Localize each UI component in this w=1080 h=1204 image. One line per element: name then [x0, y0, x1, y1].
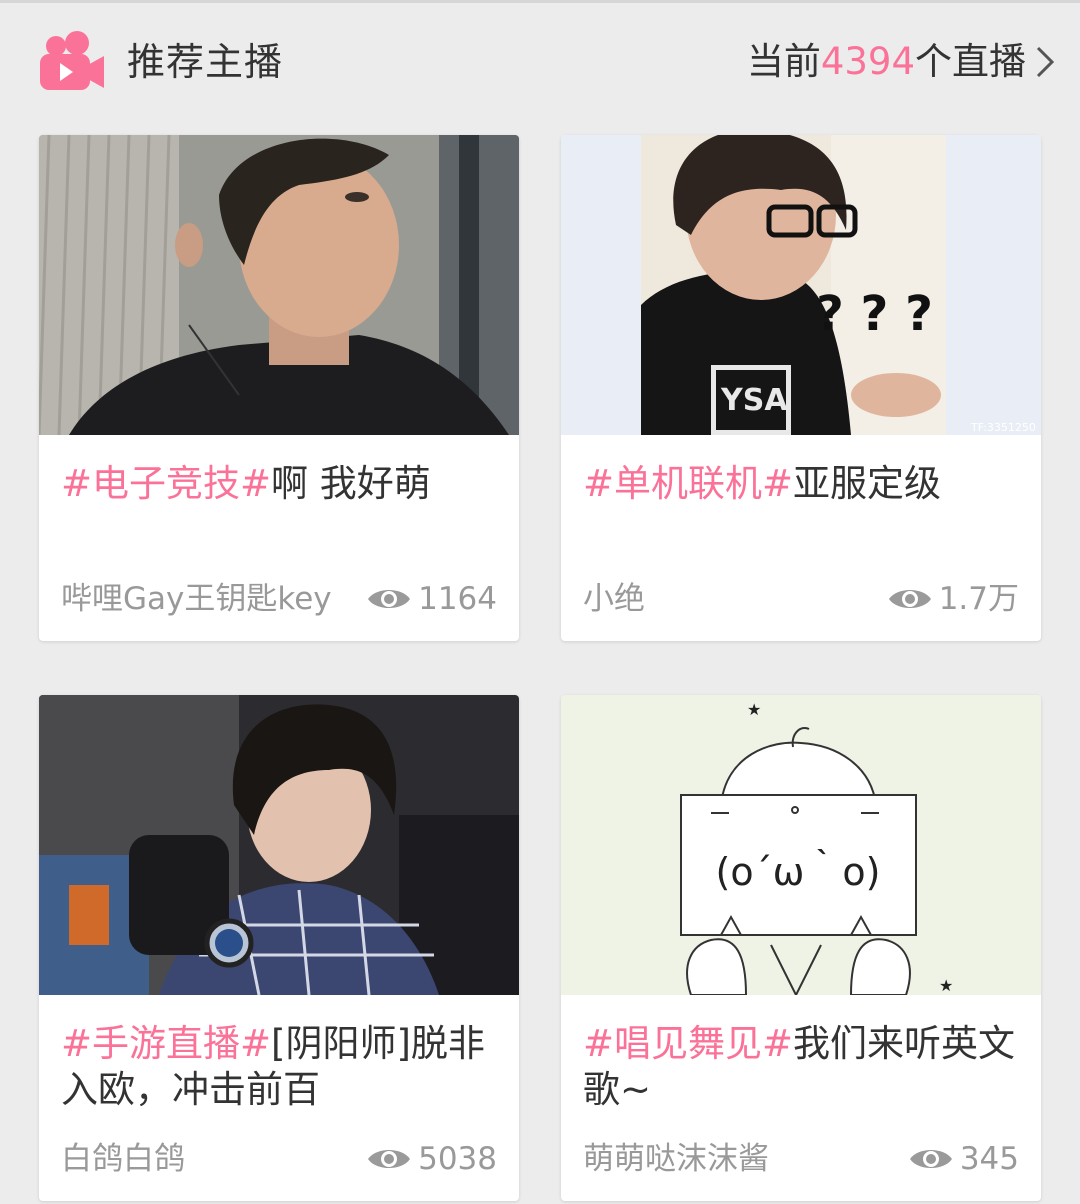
live-count-link[interactable]: 当前4394个直播	[747, 38, 1026, 86]
card-title: #唱见舞见#我们来听英文歌~	[583, 1021, 1023, 1113]
svg-text:TF:3351250: TF:3351250	[970, 421, 1036, 434]
live-count-number: 4394	[820, 40, 915, 83]
live-card[interactable]: #手游直播#[阴阳师]脱非入欧，冲击前百 白鸽白鸽 5038	[39, 695, 519, 1201]
card-title: #手游直播#[阴阳师]脱非入欧，冲击前百	[61, 1021, 501, 1113]
card-thumbnail[interactable]	[39, 695, 519, 995]
live-count-prefix: 当前	[746, 40, 821, 83]
card-title-text: 啊 我好萌	[271, 462, 431, 505]
card-category-tag[interactable]: #单机联机#	[583, 462, 793, 505]
card-author[interactable]: 白鸽白鸽	[61, 1139, 185, 1179]
card-title: #单机联机#亚服定级	[583, 461, 1023, 507]
card-title: #电子竞技#啊 我好萌	[61, 461, 501, 507]
svg-text:★: ★	[747, 700, 761, 719]
section-title: 推荐主播	[127, 40, 284, 84]
chevron-right-icon[interactable]	[1030, 42, 1060, 82]
view-count-number: 1.7万	[938, 581, 1019, 617]
eye-icon	[368, 1150, 411, 1168]
section-header: 推荐主播 当前4394个直播	[0, 0, 1080, 120]
card-author[interactable]: 萌萌哒沫沫酱	[583, 1139, 769, 1179]
card-title-text: 亚服定级	[793, 462, 942, 505]
card-view-count: 5038	[366, 1139, 497, 1179]
card-view-count: 1.7万	[887, 579, 1019, 619]
card-view-count: 1164	[366, 579, 497, 619]
live-count-suffix: 个直播	[915, 40, 1026, 83]
card-category-tag[interactable]: #手游直播#	[61, 1022, 271, 1065]
card-author[interactable]: 小绝	[583, 579, 645, 619]
card-category-tag[interactable]: #唱见舞见#	[583, 1022, 793, 1065]
view-count-number: 345	[959, 1141, 1019, 1177]
eye-icon	[888, 590, 931, 608]
view-count-number: 1164	[418, 581, 497, 617]
eye-icon	[368, 590, 411, 608]
card-category-tag[interactable]: #电子竞技#	[61, 462, 271, 505]
card-thumbnail[interactable]: ★ ★ (o´ω｀o)	[561, 695, 1041, 995]
card-thumbnail[interactable]: YSA ? ? ? TF:3351250	[561, 135, 1041, 435]
live-card[interactable]: #电子竞技#啊 我好萌 哔哩Gay王钥匙key 1164	[39, 135, 519, 641]
eye-icon	[909, 1150, 952, 1168]
live-card[interactable]: ★ ★ (o´ω｀o) #唱见舞见#我们来听英文歌~ 萌萌哒沫沫酱 345	[561, 695, 1041, 1201]
live-card[interactable]: YSA ? ? ? TF:3351250 #单机联机#亚服定级 小绝 1.7万	[561, 135, 1041, 641]
card-thumbnail[interactable]	[39, 135, 519, 435]
sign-text: (o´ω｀o)	[716, 849, 881, 894]
svg-text:YSA: YSA	[720, 383, 788, 418]
camera-icon	[40, 30, 106, 94]
svg-text:? ? ?: ? ? ?	[816, 286, 933, 342]
card-author[interactable]: 哔哩Gay王钥匙key	[61, 579, 332, 619]
view-count-number: 5038	[418, 1141, 497, 1177]
card-view-count: 345	[908, 1139, 1019, 1179]
svg-text:★: ★	[939, 976, 953, 995]
